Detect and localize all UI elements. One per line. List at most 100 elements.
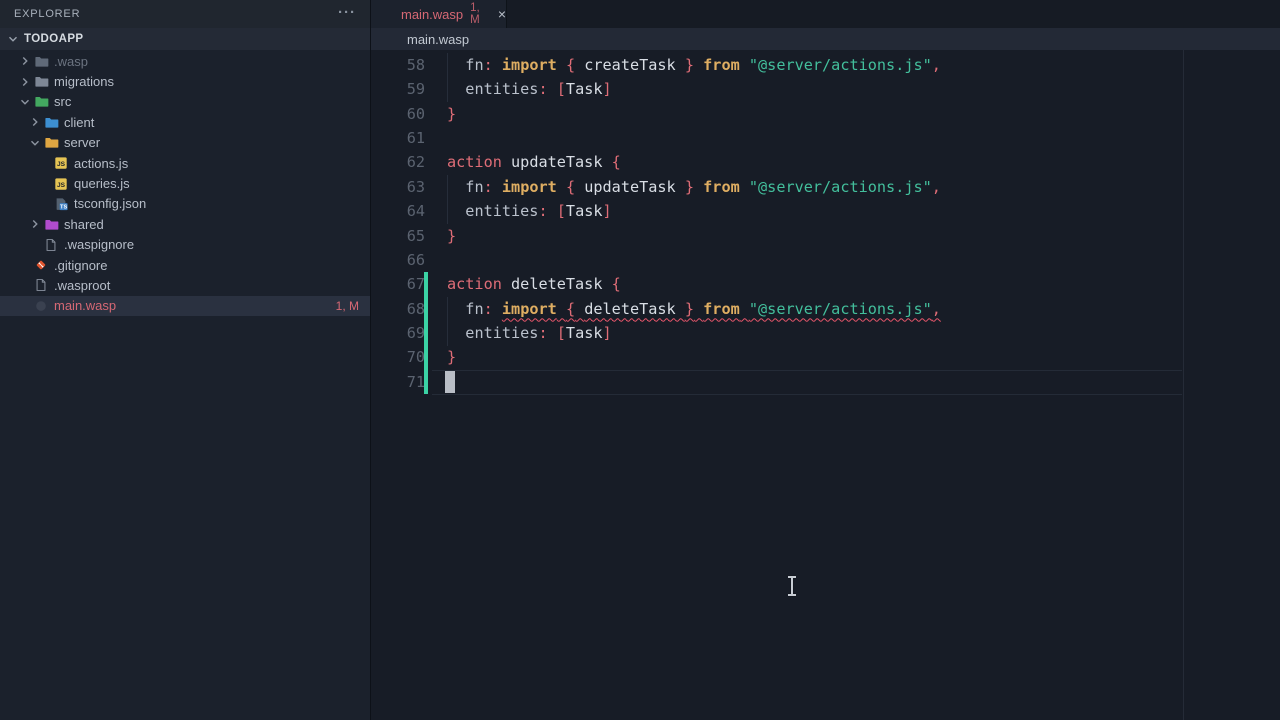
line-number: 71 bbox=[371, 370, 425, 394]
line-number: 59 bbox=[371, 77, 425, 101]
tree-item-label: tsconfig.json bbox=[74, 196, 146, 211]
code-line-58[interactable]: 58 fn: import { createTask } from "@serv… bbox=[371, 53, 1183, 77]
chevron-down-icon[interactable] bbox=[28, 135, 43, 151]
tree-item-queries-js[interactable]: JS queries.js bbox=[0, 173, 370, 193]
line-content: } bbox=[447, 224, 456, 248]
svg-text:JS: JS bbox=[57, 161, 66, 168]
line-number: 63 bbox=[371, 175, 425, 199]
code-line-71[interactable]: 71 bbox=[371, 370, 1183, 394]
code-line-66[interactable]: 66 bbox=[371, 248, 1183, 272]
line-content: entities: [Task] bbox=[447, 77, 612, 101]
code-line-63[interactable]: 63 fn: import { updateTask } from "@serv… bbox=[371, 175, 1183, 199]
line-number: 66 bbox=[371, 248, 425, 272]
tree-item-actions-js[interactable]: JSactions.js bbox=[0, 153, 370, 173]
git-file-icon bbox=[33, 257, 49, 273]
project-section-header[interactable]: TODOAPP bbox=[0, 28, 370, 50]
line-content: } bbox=[447, 345, 456, 369]
editor-ruler bbox=[1183, 50, 1184, 720]
folder-folder-icon bbox=[43, 216, 59, 232]
chevron-spacer bbox=[18, 277, 33, 293]
line-content: entities: [Task] bbox=[447, 199, 612, 223]
file-tree: .wasp migrations src clientserverJSactions.… bbox=[0, 51, 370, 316]
folder-folder-icon bbox=[33, 53, 49, 69]
chevron-right-icon[interactable] bbox=[28, 216, 43, 232]
code-line-60[interactable]: 60} bbox=[371, 102, 1183, 126]
code-line-70[interactable]: 70} bbox=[371, 345, 1183, 369]
chevron-right-icon[interactable] bbox=[28, 114, 43, 130]
editor-tab-bar: main.wasp 1, M × bbox=[371, 0, 1280, 28]
code-line-68[interactable]: 68 fn: import { deleteTask } from "@serv… bbox=[371, 297, 1183, 321]
tree-item-client[interactable]: client bbox=[0, 112, 370, 132]
js-file-icon: JS bbox=[53, 176, 69, 192]
chevron-spacer bbox=[38, 155, 53, 171]
tree-item-main-wasp[interactable]: main.wasp1, M bbox=[0, 296, 370, 316]
line-content: action updateTask { bbox=[447, 150, 621, 174]
js-file-icon: JS bbox=[53, 155, 69, 171]
svg-text:TS: TS bbox=[60, 205, 67, 211]
tree-item-label: .wasp bbox=[54, 54, 88, 69]
code-line-64[interactable]: 64 entities: [Task] bbox=[371, 199, 1183, 223]
code-lines[interactable]: 58 fn: import { createTask } from "@serv… bbox=[371, 53, 1183, 394]
more-actions-icon[interactable]: ··· bbox=[338, 0, 356, 28]
chevron-right-icon[interactable] bbox=[18, 74, 33, 90]
tree-item-label: queries.js bbox=[74, 176, 130, 191]
editor-cursor bbox=[445, 371, 455, 394]
line-number: 69 bbox=[371, 321, 425, 345]
chevron-spacer bbox=[28, 237, 43, 253]
wasp-file-icon bbox=[33, 298, 49, 314]
explorer-sidebar: EXPLORER ··· TODOAPP .waspmigrationssrcc… bbox=[0, 0, 371, 720]
chevron-down-icon[interactable] bbox=[18, 94, 33, 110]
tree-item-waspignore[interactable]: .waspignore bbox=[0, 235, 370, 255]
svg-text:JS: JS bbox=[57, 182, 66, 189]
tab-main-wasp[interactable]: main.wasp 1, M × bbox=[371, 0, 507, 28]
tree-item-shared[interactable]: shared bbox=[0, 214, 370, 234]
code-line-65[interactable]: 65} bbox=[371, 224, 1183, 248]
tree-item-tsconfig-json[interactable]: TS tsconfig.json bbox=[0, 194, 370, 214]
code-line-69[interactable]: 69 entities: [Task] bbox=[371, 321, 1183, 345]
tree-item-gitignore[interactable]: .gitignore bbox=[0, 255, 370, 275]
line-number: 70 bbox=[371, 345, 425, 369]
line-content: action deleteTask { bbox=[447, 272, 621, 296]
line-content: fn: import { updateTask } from "@server/… bbox=[447, 175, 941, 199]
tab-label: main.wasp bbox=[401, 7, 463, 22]
folder-folder-icon bbox=[43, 114, 59, 130]
breadcrumb-item[interactable]: main.wasp bbox=[407, 32, 469, 47]
chevron-spacer bbox=[18, 298, 33, 314]
ts-file-icon: TS bbox=[53, 196, 69, 212]
code-line-67[interactable]: 67 action deleteTask { bbox=[371, 272, 1183, 296]
line-content: entities: [Task] bbox=[447, 321, 612, 345]
line-number: 67 bbox=[371, 272, 425, 296]
tree-item-label: .waspignore bbox=[64, 237, 134, 252]
code-line-62[interactable]: 62 action updateTask { bbox=[371, 150, 1183, 174]
chevron-spacer bbox=[38, 196, 53, 212]
problems-modified-badge: 1, M bbox=[336, 299, 359, 313]
folder-folder-icon bbox=[33, 74, 49, 90]
line-content: fn: import { deleteTask } from "@server/… bbox=[447, 297, 941, 321]
chevron-spacer bbox=[38, 176, 53, 192]
breadcrumb: main.wasp bbox=[371, 28, 1280, 50]
line-content: } bbox=[447, 102, 456, 126]
line-number: 60 bbox=[371, 102, 425, 126]
tree-item-label: migrations bbox=[54, 74, 114, 89]
tree-item-migrations[interactable]: migrations bbox=[0, 71, 370, 91]
folder-folder-icon bbox=[43, 135, 59, 151]
tree-item-server[interactable]: server bbox=[0, 133, 370, 153]
line-number: 62 bbox=[371, 150, 425, 174]
line-content: fn: import { createTask } from "@server/… bbox=[447, 53, 941, 77]
folder-folder-icon bbox=[33, 94, 49, 110]
chevron-right-icon[interactable] bbox=[18, 53, 33, 69]
tree-item-wasp[interactable]: .wasp bbox=[0, 51, 370, 71]
tab-problems-badge: 1, M bbox=[470, 2, 486, 26]
line-number: 61 bbox=[371, 126, 425, 150]
tree-item-label: .wasproot bbox=[54, 278, 110, 293]
tree-item-wasproot[interactable]: .wasproot bbox=[0, 275, 370, 295]
tree-item-label: .gitignore bbox=[54, 258, 107, 273]
line-number: 64 bbox=[371, 199, 425, 223]
tree-item-label: src bbox=[54, 94, 71, 109]
code-line-61[interactable]: 61 bbox=[371, 126, 1183, 150]
tree-item-label: shared bbox=[64, 217, 104, 232]
file-file-icon bbox=[43, 237, 59, 253]
close-icon[interactable]: × bbox=[498, 7, 506, 21]
tree-item-src[interactable]: src bbox=[0, 92, 370, 112]
code-line-59[interactable]: 59 entities: [Task] bbox=[371, 77, 1183, 101]
